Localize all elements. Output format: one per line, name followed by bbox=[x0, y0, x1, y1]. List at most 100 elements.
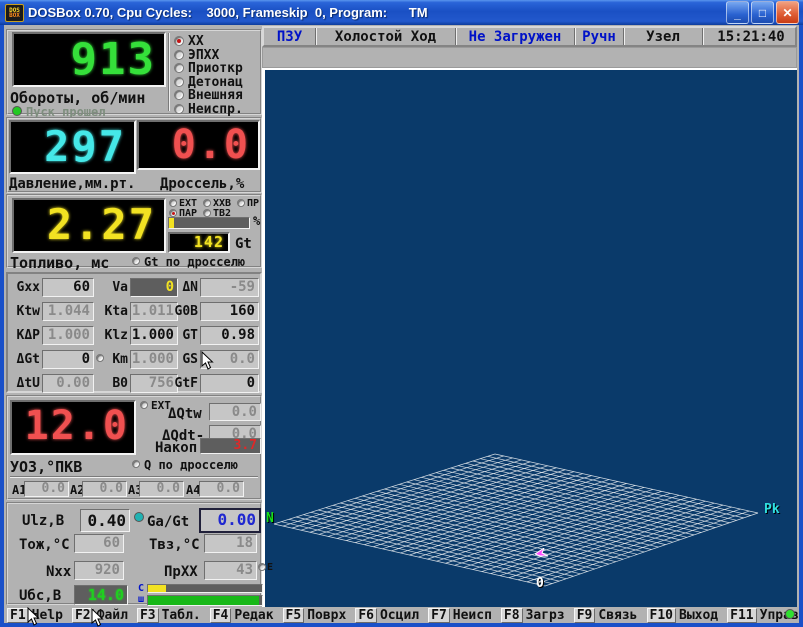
fkey-label-F2[interactable]: Файл bbox=[97, 608, 128, 623]
param-label-G0B: G0B bbox=[172, 304, 198, 319]
e-radio-label: Е bbox=[267, 562, 273, 573]
menu-item-ПЗУ[interactable]: ПЗУ bbox=[264, 28, 316, 45]
field-ΔN: -59 bbox=[200, 278, 259, 297]
mode-radio-ЭПХХ[interactable] bbox=[174, 50, 184, 60]
minimize-button[interactable]: _ bbox=[726, 1, 749, 24]
mode-option-Неиспр.[interactable]: Неиспр. bbox=[174, 102, 243, 117]
field-A4: 0.0 bbox=[199, 481, 244, 497]
panel-divider bbox=[168, 33, 170, 111]
field-tvz: 18 bbox=[204, 534, 257, 553]
fkey-F3[interactable]: F3Табл. bbox=[137, 608, 201, 623]
fkey-F7[interactable]: F7Неисп bbox=[428, 608, 492, 623]
fkey-label-F10[interactable]: Выход bbox=[679, 608, 718, 623]
surface-plot-area[interactable]: N Pk 0 bbox=[262, 68, 797, 607]
gt-by-throttle-radio[interactable] bbox=[132, 257, 140, 265]
menu-item-Узел[interactable]: Узел bbox=[624, 28, 703, 45]
field-gagt[interactable]: 0.00 bbox=[199, 508, 261, 533]
fkey-F1[interactable]: F1Help bbox=[7, 608, 63, 623]
menu-item-Не Загружен[interactable]: Не Загружен bbox=[456, 28, 575, 45]
mode-radio-Внешняя[interactable] bbox=[174, 90, 184, 100]
menu-item-Ручн[interactable]: Ручн bbox=[575, 28, 624, 45]
fkey-keycap-F2[interactable]: F2 bbox=[72, 608, 94, 623]
fkey-F10[interactable]: F10Выход bbox=[647, 608, 719, 623]
fkey-keycap-F1[interactable]: F1 bbox=[7, 608, 29, 623]
pressure-display: 297 bbox=[9, 120, 136, 174]
field-nxx: 920 bbox=[74, 561, 124, 580]
fkey-label-F4[interactable]: Редак bbox=[234, 608, 273, 623]
fkey-label-F8[interactable]: Загрз bbox=[526, 608, 565, 623]
nxx-label: Nxx bbox=[46, 564, 71, 580]
fuel-flag-radio-ХХВ[interactable] bbox=[203, 199, 211, 207]
uoz-display: 12.0 bbox=[10, 400, 136, 455]
field-prxx: 43 bbox=[204, 561, 257, 580]
axis-label-zero: 0 bbox=[536, 576, 544, 591]
fuel-label: Топливо, мс bbox=[10, 254, 109, 272]
dos-screen: ПЗУХолостой ХодНе ЗагруженРучнУзел15:21:… bbox=[4, 25, 799, 623]
fkey-keycap-F5[interactable]: F5 bbox=[283, 608, 305, 623]
field-Va[interactable]: 0 bbox=[130, 278, 178, 297]
fkey-keycap-F3[interactable]: F3 bbox=[137, 608, 159, 623]
fkey-keycap-F7[interactable]: F7 bbox=[428, 608, 450, 623]
fuel-flag-radio-ПАР[interactable] bbox=[169, 209, 177, 217]
fkey-label-F6[interactable]: Осцил bbox=[380, 608, 419, 623]
fkey-keycap-F6[interactable]: F6 bbox=[355, 608, 377, 623]
field-Kta: 1.011 bbox=[130, 302, 178, 321]
field-A2: 0.0 bbox=[82, 481, 127, 497]
fuel-flag-radio-EXT[interactable] bbox=[169, 199, 177, 207]
fuel-panel: 2.27 EXTХХВПРПАРТВ2 % 142 Gt Топливо, мс… bbox=[6, 194, 262, 268]
e-radio[interactable] bbox=[258, 563, 266, 571]
field-Km: 1.000 bbox=[130, 350, 178, 369]
mode-radio-Неиспр.[interactable] bbox=[174, 104, 184, 114]
maximize-button[interactable]: □ bbox=[751, 1, 774, 24]
title-bar[interactable]: DOSBOX DOSBox 0.70, Cpu Cycles: 3000, Fr… bbox=[0, 0, 803, 25]
menu-item-Холостой Ход[interactable]: Холостой Ход bbox=[316, 28, 456, 45]
q-by-throttle-radio[interactable] bbox=[132, 460, 140, 468]
fkey-F2[interactable]: F2Файл bbox=[72, 608, 128, 623]
field-ulz: 0.40 bbox=[80, 509, 130, 532]
pressure-value: 297 bbox=[11, 122, 134, 172]
fkey-keycap-F9[interactable]: F9 bbox=[574, 608, 596, 623]
fkey-keycap-F10[interactable]: F10 bbox=[647, 608, 676, 623]
field-dqtw: 0.0 bbox=[209, 403, 261, 421]
fuel-flag-ПР[interactable]: ПР bbox=[237, 198, 259, 209]
fuel-percent-label: % bbox=[253, 214, 260, 228]
fkey-keycap-F8[interactable]: F8 bbox=[501, 608, 523, 623]
close-button[interactable]: ✕ bbox=[776, 1, 799, 24]
fkey-keycap-F4[interactable]: F4 bbox=[210, 608, 232, 623]
fkey-label-F1[interactable]: Help bbox=[32, 608, 63, 623]
pressure-label: Давление,мм.рт. bbox=[9, 176, 135, 192]
fkey-F9[interactable]: F9Связь bbox=[574, 608, 638, 623]
ulz-label: Ulz,В bbox=[22, 513, 64, 529]
ulz-led bbox=[134, 512, 144, 522]
fuel-flag-radio-ТВ2[interactable] bbox=[203, 209, 211, 217]
sh-bar bbox=[147, 595, 263, 606]
fkey-F8[interactable]: F8Загрз bbox=[501, 608, 565, 623]
param-label-Gxx: Gxx bbox=[10, 280, 40, 295]
field-G0B: 160 bbox=[200, 302, 259, 321]
fkey-label-F3[interactable]: Табл. bbox=[162, 608, 201, 623]
field-ΔGt: 0 bbox=[42, 350, 94, 369]
fkey-F5[interactable]: F5Поврх bbox=[283, 608, 347, 623]
toolbar-strip bbox=[262, 47, 797, 68]
fkey-label-F5[interactable]: Поврх bbox=[307, 608, 346, 623]
gt-by-throttle-label: Gt по дросселю bbox=[144, 255, 245, 269]
mode-radio-Приоткр[interactable] bbox=[174, 63, 184, 73]
mode-radio-Детонац[interactable] bbox=[174, 77, 184, 87]
fkey-F4[interactable]: F4Редак bbox=[210, 608, 274, 623]
field-B0: 756 bbox=[130, 374, 178, 393]
fkey-label-F9[interactable]: Связь bbox=[598, 608, 637, 623]
uoz-panel: 12.0 EXT ΔQtw 0.0 ΔQdt- 0.0 Накоп 3.7 УО… bbox=[6, 395, 262, 500]
field-GS: 0.0 bbox=[200, 350, 259, 369]
uoz-ext-radio[interactable] bbox=[140, 401, 148, 409]
throttle-label: Дроссель,% bbox=[160, 176, 244, 192]
field-A1: 0.0 bbox=[24, 481, 69, 497]
fkey-label-F7[interactable]: Неисп bbox=[453, 608, 492, 623]
window-title: DOSBox 0.70, Cpu Cycles: 3000, Frameskip… bbox=[28, 5, 726, 20]
gt-value: 142 bbox=[170, 234, 228, 251]
fuel-flag-radio-ПР[interactable] bbox=[237, 199, 245, 207]
mode-radio-XX[interactable] bbox=[174, 36, 184, 46]
fkey-keycap-F11[interactable]: F11 bbox=[727, 608, 756, 623]
field-Ktw: 1.044 bbox=[42, 302, 94, 321]
fkey-F6[interactable]: F6Осцил bbox=[355, 608, 419, 623]
function-key-bar: F1Help F2Файл F3Табл. F4Редак F5Поврх F6Осцил… bbox=[4, 607, 799, 623]
